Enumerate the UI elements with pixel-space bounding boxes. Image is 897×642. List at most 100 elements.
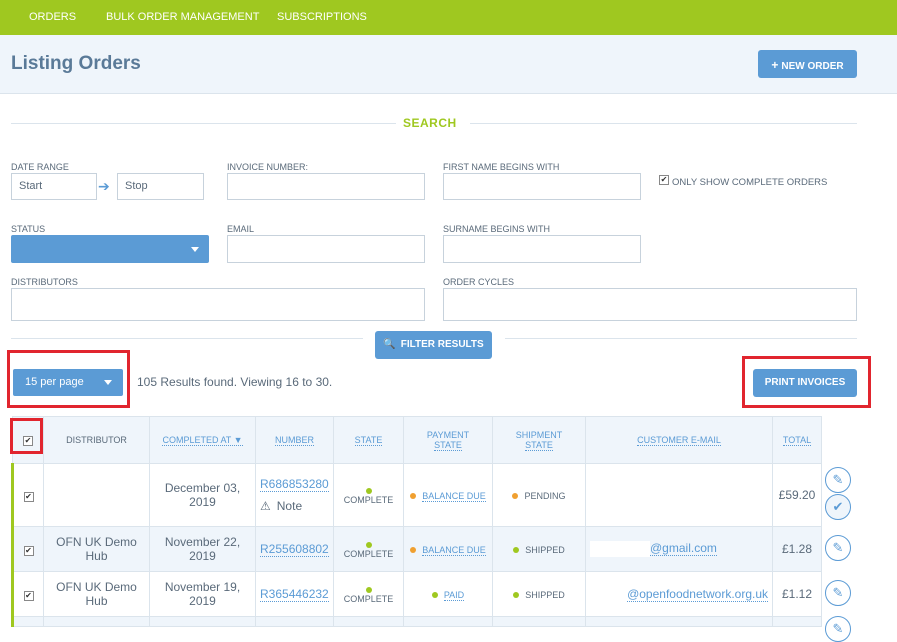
shipment-state-header[interactable]: SHIPMENT STATE (492, 416, 586, 464)
completed-at-cell: November 19, 2019 (149, 571, 256, 617)
date-line1: December 03, (164, 481, 241, 495)
shipment-state-label: PENDING (524, 491, 566, 501)
state-label: COMPLETE (343, 594, 394, 604)
order-number-link[interactable]: R255608802 (260, 542, 329, 557)
customer-email-link[interactable]: @openfoodnetwork.org.uk (627, 587, 768, 602)
date-line2: 2019 (189, 594, 216, 608)
payment-state-header[interactable]: PAYMENT STATE (403, 416, 493, 464)
arrow-right-icon: ➔ (98, 178, 110, 194)
distributors-label: DISTRIBUTORS (11, 277, 78, 287)
edit-icon[interactable]: ✎ (825, 616, 851, 642)
per-page-value: 15 per page (25, 376, 84, 388)
row-checkbox-cell: ✔ (11, 571, 44, 617)
payment-state-link[interactable]: PAID (443, 590, 465, 601)
new-order-button[interactable]: + NEW ORDER (758, 50, 857, 78)
order-number-link[interactable]: R686853280 (260, 477, 329, 492)
date-stop-input[interactable]: Stop (117, 173, 204, 200)
customer-email-link[interactable]: @gmail.com (650, 541, 717, 557)
payment-state-cell: BALANCE DUE (403, 526, 493, 572)
state-cell: COMPLETE (333, 526, 404, 572)
tab-orders[interactable]: ORDERS (29, 0, 76, 41)
state-header[interactable]: STATE (333, 416, 404, 464)
customer-email-cell: @openfoodnetwork.org.uk (585, 571, 773, 617)
redacted-block (590, 541, 650, 557)
distributor-cell: OFN UK Demo Hub (43, 526, 150, 572)
state-label: COMPLETE (343, 549, 394, 559)
completed-at-cell: November 22, 2019 (149, 526, 256, 572)
edit-icon[interactable]: ✎ (825, 467, 851, 493)
customer-email-cell (585, 616, 773, 627)
print-invoices-button[interactable]: PRINT INVOICES (753, 369, 857, 397)
row-checkbox[interactable]: ✔ (23, 492, 34, 502)
row-checkbox-cell: ✔ (11, 463, 44, 527)
state-cell: COMPLETE (333, 463, 404, 527)
status-dot (410, 546, 417, 553)
distributor-line2: Hub (85, 594, 108, 608)
state-cell: COMPLETE (333, 571, 404, 617)
new-order-label: NEW ORDER (781, 61, 844, 72)
date-line2: 2019 (189, 549, 216, 563)
note-link[interactable]: ⚠ Note (260, 499, 302, 513)
shipment-state-cell: SHIPPED (492, 526, 586, 572)
number-header[interactable]: NUMBER (255, 416, 334, 464)
invoice-number-label: INVOICE NUMBER: (227, 162, 309, 172)
edit-icon[interactable]: ✎ (825, 535, 851, 561)
tab-bulk-order-management[interactable]: BULK ORDER MANAGEMENT (106, 0, 259, 35)
customer-email-header-label: CUSTOMER E-MAIL (637, 435, 721, 446)
completed-at-header[interactable]: COMPLETED AT ▼ (149, 416, 256, 464)
distributor-header: DISTRIBUTOR (43, 416, 150, 464)
edit-icon[interactable]: ✎ (825, 580, 851, 606)
row-checkbox[interactable]: ✔ (23, 591, 34, 601)
status-dot (513, 546, 520, 553)
only-complete-label: ONLY SHOW COMPLETE ORDERS (672, 177, 828, 188)
state-cell (333, 616, 404, 627)
completed-at-header-label: COMPLETED AT ▼ (162, 435, 243, 446)
email-input[interactable] (227, 235, 425, 263)
status-select[interactable] (11, 235, 209, 263)
invoice-number-input[interactable] (227, 173, 425, 200)
email-label: EMAIL (227, 224, 255, 234)
row-checkbox[interactable]: ✔ (23, 546, 34, 556)
status-dot (431, 591, 438, 598)
date-range-label: DATE RANGE (11, 162, 69, 172)
only-complete-checkbox[interactable]: ✔ (659, 175, 669, 185)
payment-state-cell: PAID (403, 571, 493, 617)
payment-state-cell: BALANCE DUE (403, 463, 493, 527)
highlight-box-select-all (10, 418, 43, 454)
distributor-line1: OFN UK Demo (56, 580, 137, 594)
state-label: COMPLETE (343, 495, 394, 505)
check-icon[interactable]: ✔ (825, 494, 851, 520)
surname-input[interactable] (443, 235, 641, 263)
customer-email-cell: @gmail.com (585, 526, 773, 572)
total-cell (772, 616, 822, 627)
customer-email-header[interactable]: CUSTOMER E-MAIL (585, 416, 773, 464)
top-nav: ORDERS BULK ORDER MANAGEMENT SUBSCRIPTIO… (0, 0, 897, 41)
date-start-input[interactable]: Start (11, 173, 97, 200)
tab-subscriptions[interactable]: SUBSCRIPTIONS (277, 0, 367, 35)
status-dot (512, 492, 519, 499)
results-summary: 105 Results found. Viewing 16 to 30. (137, 375, 333, 389)
first-name-input[interactable] (443, 173, 641, 200)
shipment-state-cell: SHIPPED (492, 571, 586, 617)
number-header-label: NUMBER (274, 435, 314, 446)
order-number-link[interactable]: R365446232 (260, 587, 329, 602)
payment-state-link[interactable]: BALANCE DUE (422, 545, 486, 556)
shipment-state-cell (492, 616, 586, 627)
table-row: ✔ December 03, 2019 R686853280 ⚠ Note COMP… (11, 463, 822, 527)
shipment-state-label: SHIPPED (525, 545, 565, 555)
warning-icon: ⚠ (260, 499, 271, 513)
filter-results-button[interactable]: 🔍 FILTER RESULTS (375, 331, 492, 359)
table-row: ✔ OFN UK Demo Hub November 22, 2019 R25560… (11, 526, 822, 572)
total-header[interactable]: TOTAL (772, 416, 822, 464)
plus-icon: + (771, 58, 779, 72)
distributors-input[interactable] (11, 288, 425, 321)
state-header-label: STATE (354, 435, 383, 446)
per-page-select[interactable]: 15 per page (13, 369, 123, 396)
shipment-state-label: SHIPPED (525, 590, 565, 600)
distributor-cell: OFN UK Demo Hub (43, 571, 150, 617)
shipment-state-cell: PENDING (492, 463, 586, 527)
order-cycles-input[interactable] (443, 288, 857, 321)
total-cell: £59.20 (772, 463, 822, 527)
filter-divider-left (11, 338, 363, 339)
payment-state-link[interactable]: BALANCE DUE (422, 491, 486, 502)
